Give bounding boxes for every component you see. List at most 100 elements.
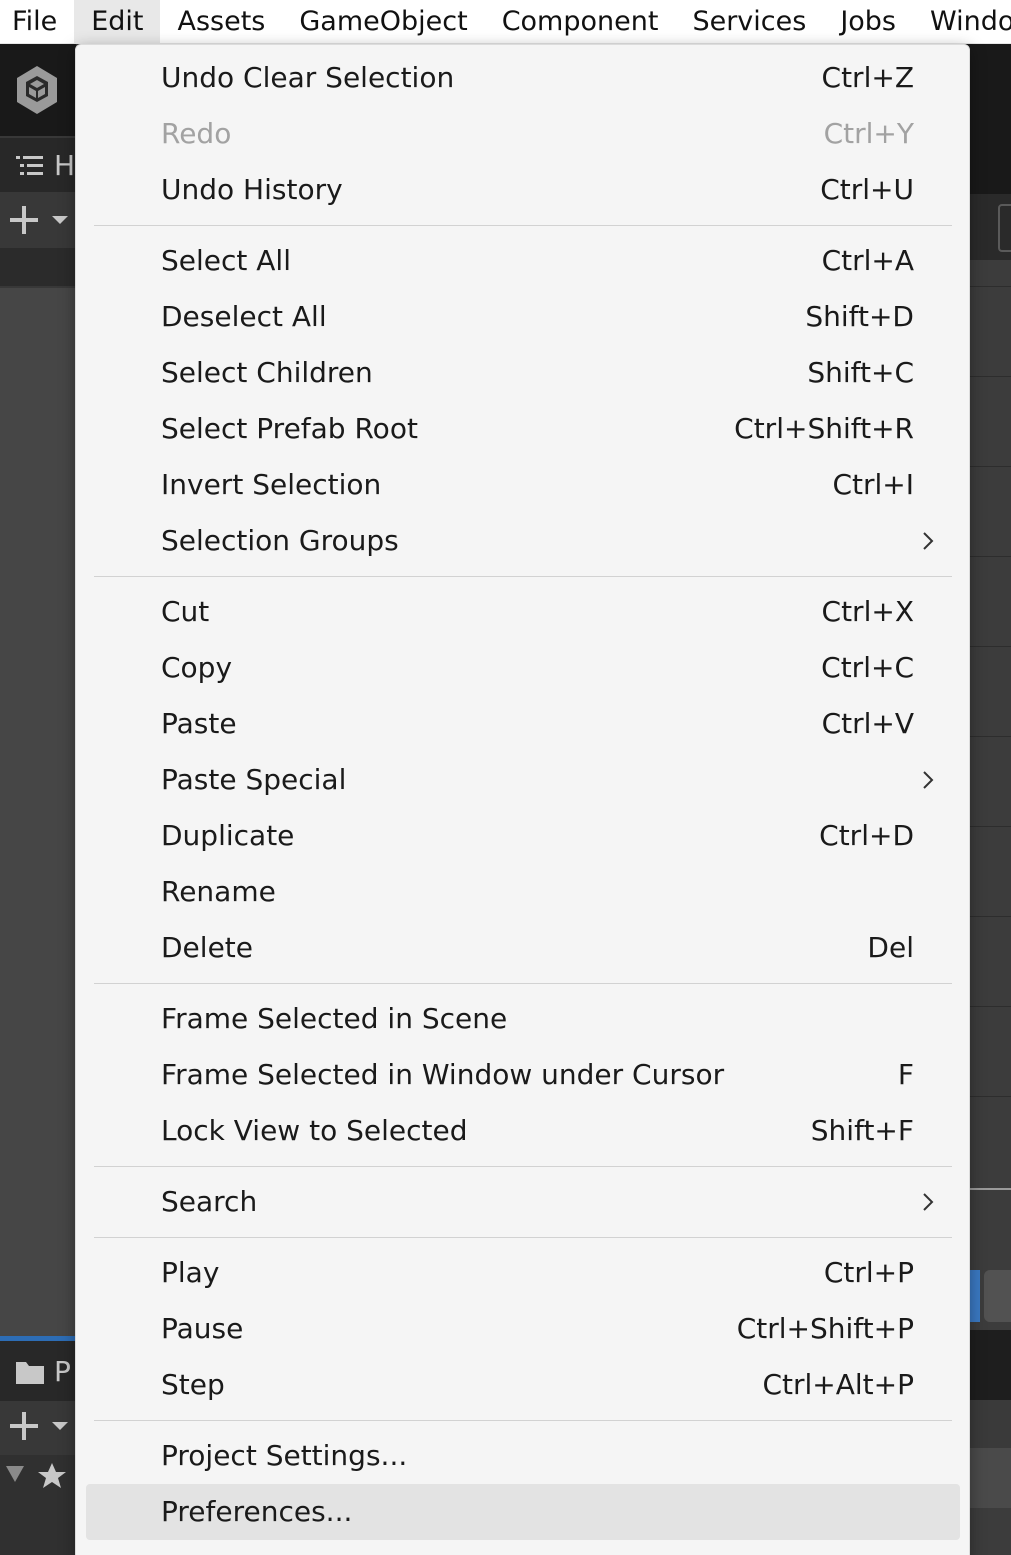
menu-item-undo-clear-selection[interactable]: Undo Clear Selection Ctrl+Z: [86, 50, 960, 106]
menu-item-shortcut: Ctrl+Y: [823, 117, 914, 150]
menu-item-shortcut: Shift+F: [810, 1114, 914, 1147]
chevron-right-icon: [923, 1193, 934, 1211]
menu-file[interactable]: File: [0, 0, 74, 44]
menu-item-selection-groups[interactable]: Selection Groups: [86, 513, 960, 569]
menu-separator: [94, 1237, 952, 1238]
menu-item-label: Play: [161, 1256, 220, 1289]
menu-services[interactable]: Services: [675, 0, 823, 44]
project-add-dropdown-icon[interactable]: [8, 1410, 72, 1442]
menu-item-label: Preferences...: [161, 1495, 353, 1528]
menu-item-shortcut: Shift+D: [805, 300, 914, 333]
hierarchy-list-icon: [16, 156, 43, 175]
right-divider: [966, 1096, 1011, 1097]
menu-item-label: Rename: [161, 875, 276, 908]
right-editor-panel: [966, 44, 1011, 1555]
right-dark-area: [966, 1330, 1011, 1400]
hierarchy-tab-label: H: [54, 149, 76, 182]
menu-item-shortcut: Ctrl+Alt+P: [762, 1368, 914, 1401]
favorites-star-icon[interactable]: [4, 1462, 72, 1490]
menu-item-invert-selection[interactable]: Invert Selection Ctrl+I: [86, 457, 960, 513]
right-toolbar: [966, 44, 1011, 194]
right-divider: [966, 466, 1011, 467]
menu-item-frame-selected-in-window-under-cursor[interactable]: Frame Selected in Window under Cursor F: [86, 1047, 960, 1103]
menu-item-preferences[interactable]: Preferences...: [86, 1484, 960, 1540]
menu-item-shortcut: Ctrl+C: [821, 651, 914, 684]
menu-item-label: Undo Clear Selection: [161, 61, 455, 94]
menu-item-duplicate[interactable]: Duplicate Ctrl+D: [86, 808, 960, 864]
menu-item-deselect-all[interactable]: Deselect All Shift+D: [86, 289, 960, 345]
menu-item-select-prefab-root[interactable]: Select Prefab Root Ctrl+Shift+R: [86, 401, 960, 457]
chevron-right-icon: [923, 771, 934, 789]
hierarchy-search-bar[interactable]: [0, 248, 76, 286]
menu-item-pause[interactable]: Pause Ctrl+Shift+P: [86, 1301, 960, 1357]
edit-dropdown-menu: Undo Clear Selection Ctrl+Z Redo Ctrl+Y Undo…: [75, 44, 970, 1555]
menu-item-shortcut: Ctrl+D: [819, 819, 914, 852]
right-highlight-line: [966, 1188, 1011, 1190]
hierarchy-add-dropdown-icon[interactable]: [8, 204, 72, 236]
menu-item-label: Select Prefab Root: [161, 412, 418, 445]
right-low-area: [966, 1448, 1011, 1508]
menu-item-copy[interactable]: Copy Ctrl+C: [86, 640, 960, 696]
menu-item-shortcut: Ctrl+A: [821, 244, 914, 277]
menu-item-label: Redo: [161, 117, 232, 150]
menu-item-paste[interactable]: Paste Ctrl+V: [86, 696, 960, 752]
menu-item-label: Selection Groups: [161, 524, 399, 557]
menu-item-cut[interactable]: Cut Ctrl+X: [86, 584, 960, 640]
menu-component[interactable]: Component: [485, 0, 676, 44]
menu-item-label: Copy: [161, 651, 233, 684]
menu-item-paste-special[interactable]: Paste Special: [86, 752, 960, 808]
menu-separator: [94, 983, 952, 984]
menu-item-label: Search: [161, 1185, 258, 1218]
right-divider: [966, 286, 1011, 287]
menu-assets[interactable]: Assets: [160, 0, 282, 44]
menu-item-search[interactable]: Search: [86, 1174, 960, 1230]
menu-item-delete[interactable]: Delete Del: [86, 920, 960, 976]
menu-item-shortcut: Del: [867, 931, 914, 964]
menu-jobs[interactable]: Jobs: [823, 0, 913, 44]
right-divider: [966, 916, 1011, 917]
project-tab-label: P: [54, 1355, 71, 1388]
menu-item-label: Cut: [161, 595, 210, 628]
menu-separator: [94, 1166, 952, 1167]
right-divider: [966, 376, 1011, 377]
right-divider: [966, 1006, 1011, 1007]
menu-window[interactable]: Windo: [913, 0, 1011, 44]
menu-item-shortcut: F: [897, 1058, 914, 1091]
menu-item-select-children[interactable]: Select Children Shift+C: [86, 345, 960, 401]
menu-separator: [94, 576, 952, 577]
unity-logo-icon[interactable]: [14, 64, 60, 116]
right-button[interactable]: [984, 1270, 1011, 1322]
menu-item-rename[interactable]: Rename: [86, 864, 960, 920]
right-divider: [966, 556, 1011, 557]
menu-item-step[interactable]: Step Ctrl+Alt+P: [86, 1357, 960, 1413]
menu-item-lock-view-to-selected[interactable]: Lock View to Selected Shift+F: [86, 1103, 960, 1159]
menu-item-label: Select Children: [161, 356, 373, 389]
menu-separator: [94, 1420, 952, 1421]
menu-item-label: Step: [161, 1368, 225, 1401]
menu-item-label: Lock View to Selected: [161, 1114, 468, 1147]
menu-item-label: Project Settings...: [161, 1439, 408, 1472]
menu-item-label: Deselect All: [161, 300, 327, 333]
menu-item-label: Paste Special: [161, 763, 347, 796]
menu-edit[interactable]: Edit: [74, 0, 161, 44]
menu-item-shortcut: Ctrl+I: [832, 468, 914, 501]
menu-item-undo-history[interactable]: Undo History Ctrl+U: [86, 162, 960, 218]
menu-item-shortcut: Ctrl+U: [820, 173, 914, 206]
menu-item-frame-selected-in-scene[interactable]: Frame Selected in Scene: [86, 991, 960, 1047]
folder-icon: [16, 1362, 44, 1384]
right-toggle-button[interactable]: [998, 204, 1011, 252]
right-divider: [966, 736, 1011, 737]
menu-gameobject[interactable]: GameObject: [282, 0, 484, 44]
menu-item-label: Paste: [161, 707, 237, 740]
menu-item-label: Duplicate: [161, 819, 295, 852]
menu-item-shortcut: Ctrl+Z: [821, 61, 914, 94]
menu-separator: [94, 225, 952, 226]
menu-item-play[interactable]: Play Ctrl+P: [86, 1245, 960, 1301]
menu-item-project-settings[interactable]: Project Settings...: [86, 1428, 960, 1484]
hierarchy-body: [0, 288, 76, 1338]
menu-item-label: Undo History: [161, 173, 343, 206]
menu-item-select-all[interactable]: Select All Ctrl+A: [86, 233, 960, 289]
menu-item-label: Select All: [161, 244, 291, 277]
right-divider: [966, 826, 1011, 827]
menu-item-redo: Redo Ctrl+Y: [86, 106, 960, 162]
